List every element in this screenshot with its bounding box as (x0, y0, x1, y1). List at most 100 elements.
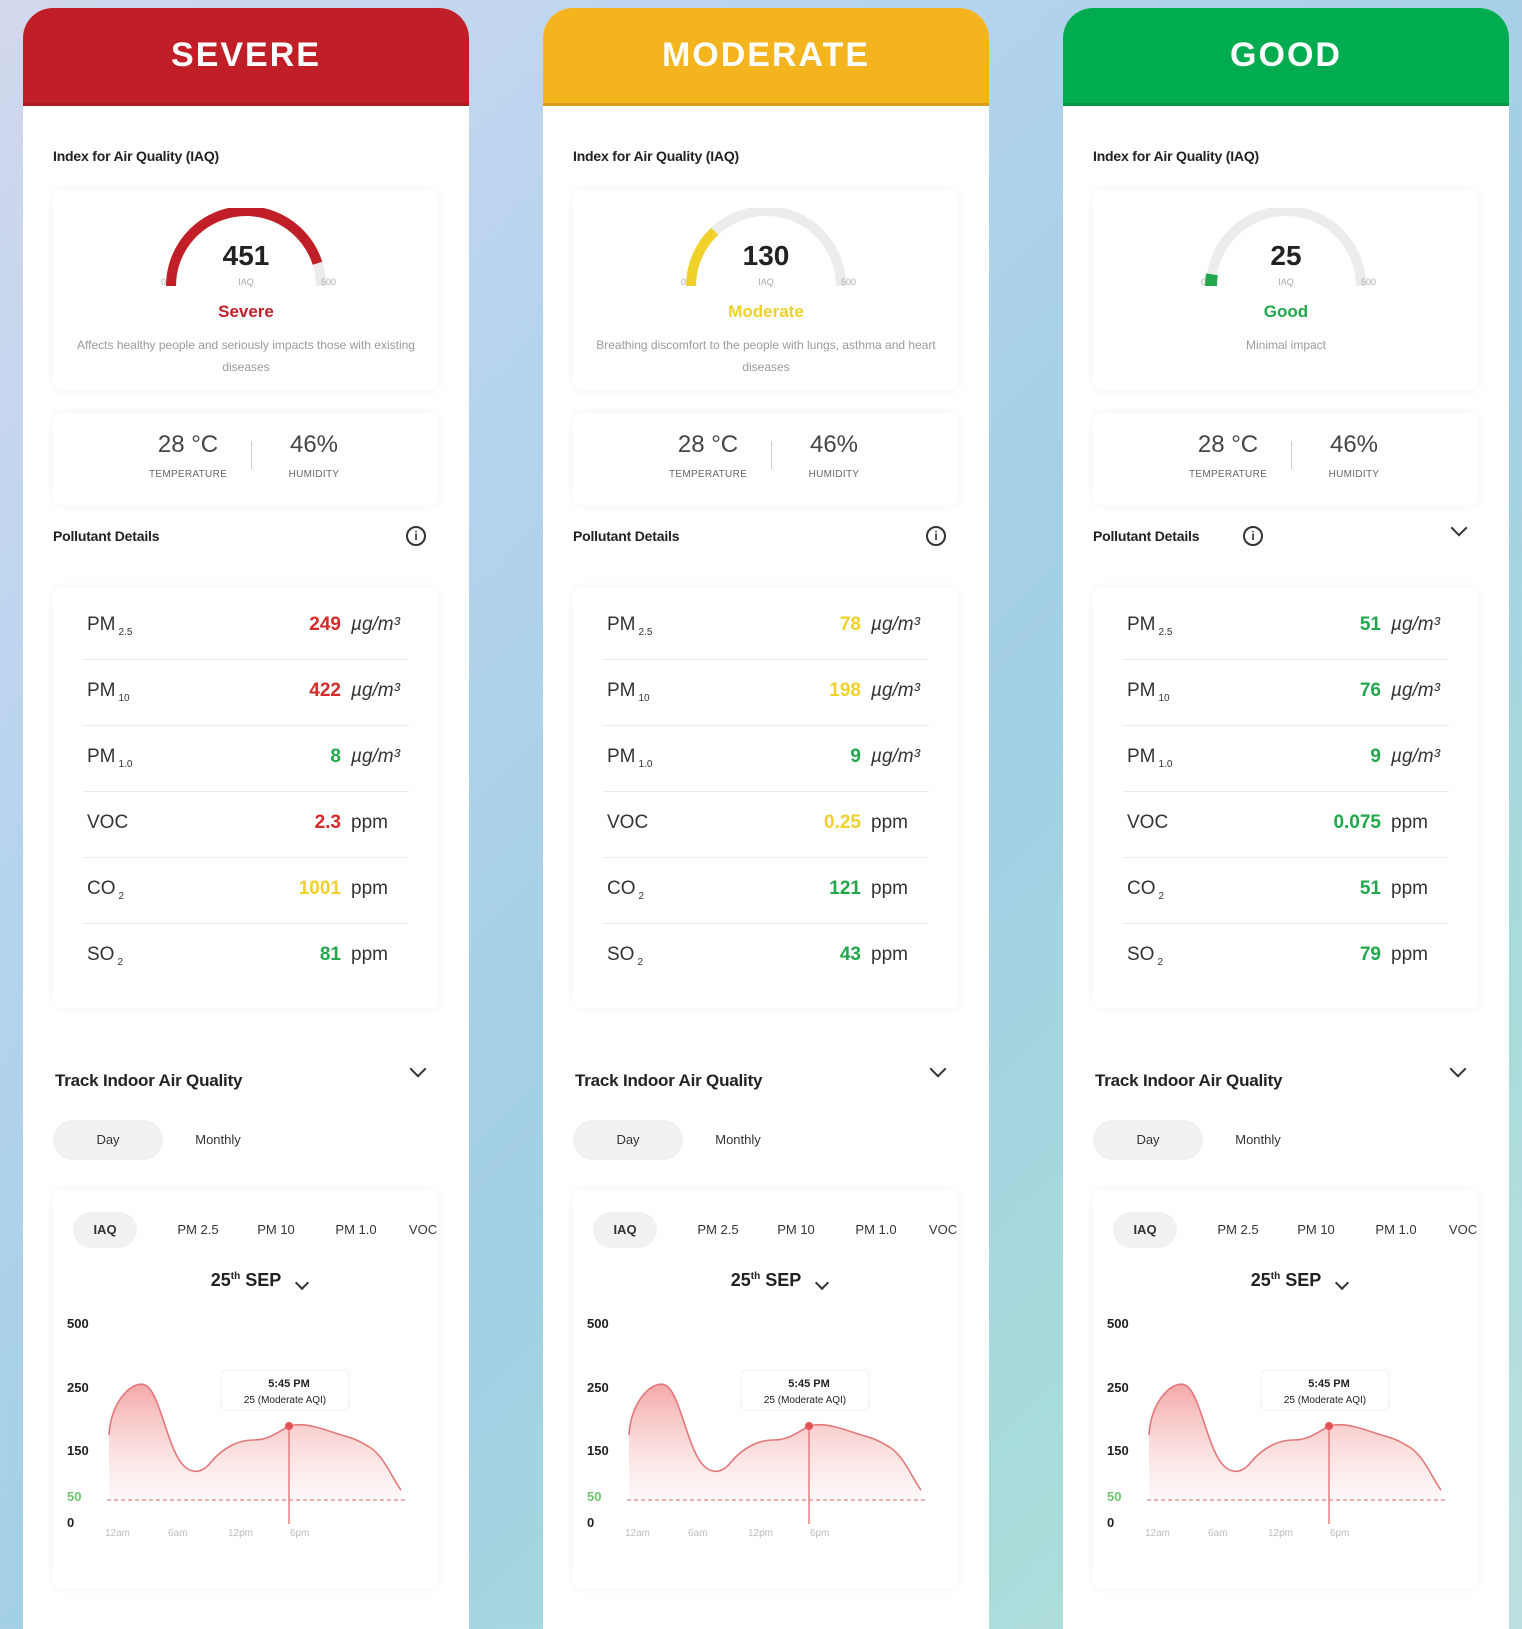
pollutant-unit: ppm (351, 812, 388, 833)
pollutant-name: PM 10 (607, 680, 650, 704)
pollutant-unit: µg/m³ (351, 746, 400, 767)
pollutant-unit: ppm (351, 944, 388, 965)
pollutant-row: PM 2.5 249 µg/m³ (53, 596, 439, 660)
x-tick-label: 12pm (748, 1528, 773, 1539)
pollutant-name: CO 2 (607, 878, 644, 902)
pollutant-row: PM 1.0 9 µg/m³ (573, 728, 959, 792)
pollutant-value: 43 (839, 944, 861, 965)
pollutant-name: PM 2.5 (87, 614, 132, 638)
iaq-gauge-panel: 451 IAQ 0 500 Severe Affects healthy peo… (53, 190, 439, 390)
status-description: Affects healthy people and seriously imp… (77, 338, 415, 374)
y-tick-label: 0 (587, 1515, 594, 1530)
chevron-down-icon[interactable] (409, 1060, 427, 1078)
pollutant-subscript: 2 (117, 956, 124, 968)
pollutant-subscript: 1.0 (118, 758, 133, 770)
chevron-down-icon[interactable] (1449, 1060, 1467, 1078)
card-header: SEVERE (23, 8, 469, 106)
iaq-value: 451 (222, 240, 270, 271)
gauge-max-label: 500 (841, 277, 857, 287)
pollutant-row: SO 2 43 ppm (573, 926, 959, 990)
pollutant-name-text: SO (607, 944, 635, 965)
pollutant-subscript: 2 (1157, 956, 1164, 968)
pollutant-name-text: CO (87, 878, 116, 899)
pollutant-value: 0.25 (824, 812, 861, 833)
pollutant-name: PM 2.5 (607, 614, 652, 638)
pollutant-unit: ppm (1391, 812, 1428, 833)
pollutant-subscript: 10 (118, 692, 130, 704)
segment-monthly[interactable]: Monthly (683, 1120, 793, 1160)
pollutant-details-title: Pollutant Details (1093, 528, 1200, 544)
y-tick-label: 0 (1107, 1515, 1114, 1530)
info-icon[interactable]: i (1243, 526, 1263, 546)
status-label: Severe (218, 302, 274, 321)
pollutant-unit: µg/m³ (1391, 680, 1440, 701)
iaq-chart-panel: IAQ PM 2.5 PM 10 PM 1.0 VOC 25th SEP 500 250 150… (573, 1190, 959, 1588)
marker-dot (1325, 1422, 1333, 1430)
pollutant-unit: µg/m³ (1391, 614, 1440, 635)
y-tick-label: 150 (67, 1443, 89, 1458)
iaq-area-chart: 50025015050012am 6am 12pm 6pm5:45 PM25 (Mod… (587, 1316, 925, 1539)
pollutant-name: VOC (1127, 812, 1168, 834)
x-tick-label: 6pm (290, 1528, 309, 1539)
tooltip-text: 25 (Moderate AQI) (764, 1395, 846, 1406)
x-tick-label: 6am (168, 1528, 187, 1539)
temperature-value: 28 °C (677, 431, 739, 458)
card-header: MODERATE (543, 8, 989, 106)
pollutant-subscript: 2.5 (638, 626, 653, 638)
pollutant-name-text: PM (87, 614, 116, 635)
iaq-unit-label: IAQ (758, 277, 774, 287)
gauge-max-label: 500 (1361, 277, 1377, 287)
climate-panel: 28 °C TEMPERATURE 46% HUMIDITY (1093, 413, 1479, 505)
x-tick-label: 6am (1208, 1528, 1227, 1539)
humidity-value: 46% (289, 431, 339, 458)
pollutant-name: VOC (607, 812, 648, 834)
tooltip-time: 5:45 PM (788, 1378, 830, 1390)
humidity-label: HUMIDITY (288, 469, 340, 480)
pollutant-value: 81 (319, 944, 341, 965)
pollutant-name: PM 1.0 (87, 746, 132, 770)
info-icon[interactable]: i (406, 526, 426, 546)
pollutant-subscript: 2 (1158, 890, 1165, 902)
pollutant-value: 249 (309, 614, 341, 635)
pollutant-subscript: 2.5 (118, 626, 133, 638)
x-tick-label: 12am (625, 1528, 650, 1539)
pollutant-row: PM 1.0 9 µg/m³ (1093, 728, 1479, 792)
chevron-down-icon[interactable] (1450, 519, 1468, 537)
pollutant-unit: µg/m³ (1391, 746, 1440, 767)
pollutant-name-text: PM (607, 746, 636, 767)
iaq-gauge-panel: 130 IAQ 0 500 Moderate Breathing discomf… (573, 190, 959, 390)
pollutant-details-title: Pollutant Details (573, 528, 680, 544)
y-tick-label: 250 (67, 1380, 89, 1395)
track-title: Track Indoor Air Quality (55, 1071, 243, 1090)
segment-monthly[interactable]: Monthly (1203, 1120, 1313, 1160)
y-tick-label: 250 (587, 1380, 609, 1395)
pollutant-name-text: VOC (607, 812, 649, 833)
pollutant-row: VOC 0.075 ppm (1093, 794, 1479, 858)
gauge-min-label: 0 (1201, 277, 1207, 287)
tooltip-time: 5:45 PM (1308, 1378, 1350, 1390)
tooltip-text: 25 (Moderate AQI) (1284, 1395, 1366, 1406)
status-description: Minimal impact (1245, 338, 1326, 352)
pollutant-row: VOC 2.3 ppm (53, 794, 439, 858)
segment-day[interactable]: Day (53, 1120, 163, 1160)
iaq-chart-panel: IAQ PM 2.5 PM 10 PM 1.0 VOC 25th SEP 500 250 150… (53, 1190, 439, 1588)
y-tick-label: 0 (67, 1515, 74, 1530)
pollutant-row: PM 1.0 8 µg/m³ (53, 728, 439, 792)
pollutant-unit: µg/m³ (351, 614, 400, 635)
pollutant-name: CO 2 (87, 878, 124, 902)
segment-day[interactable]: Day (573, 1120, 683, 1160)
y-tick-label: 250 (1107, 1380, 1129, 1395)
segment-monthly[interactable]: Monthly (163, 1120, 273, 1160)
y-tick-label: 500 (1107, 1316, 1129, 1331)
segment-day[interactable]: Day (1093, 1120, 1203, 1160)
pollutant-name-text: PM (1127, 614, 1156, 635)
aqi-card-good: GOOD Index for Air Quality (IAQ) 25 IAQ … (1063, 8, 1509, 1629)
pollutant-name: PM 10 (1127, 680, 1170, 704)
chevron-down-icon[interactable] (929, 1060, 947, 1078)
marker-dot (285, 1422, 293, 1430)
info-icon[interactable]: i (926, 526, 946, 546)
status-description: Breathing discomfort to the people with … (596, 338, 936, 374)
iaq-title: Index for Air Quality (IAQ) (1093, 148, 1259, 164)
temperature-value: 28 °C (1197, 431, 1259, 458)
pollutant-name: CO 2 (1127, 878, 1164, 902)
